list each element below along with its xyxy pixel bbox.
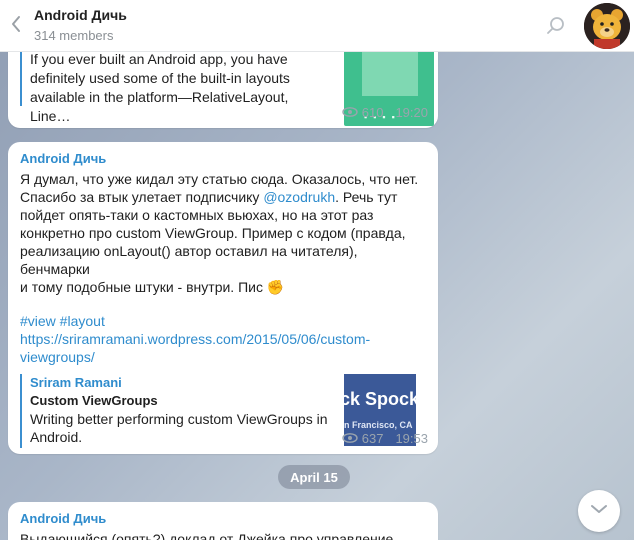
avatar[interactable] — [584, 3, 630, 49]
search-icon — [544, 17, 568, 42]
message-bubble-3[interactable]: Android Дичь Выдающийся (опять?) доклад … — [8, 502, 438, 540]
message-meta: 610 19:20 — [342, 104, 428, 122]
message-text: Я думал, что уже кидал эту статью сюда. … — [20, 171, 419, 295]
bear-avatar-icon — [584, 3, 630, 49]
eye-icon — [342, 430, 358, 448]
view-count: 637 — [361, 431, 384, 446]
message-bubble-2[interactable]: Android Дичь Я думал, что уже кидал эту … — [8, 142, 438, 454]
eye-icon — [342, 104, 358, 122]
message-time: 19:20 — [395, 105, 428, 120]
thumbnail-card — [362, 46, 418, 96]
link-preview[interactable]: If you ever built an Android app, you ha… — [20, 28, 434, 126]
message-text: Выдающийся (опять?) доклад от Джейка про… — [20, 531, 394, 540]
preview-description: If you ever built an Android app, you ha… — [30, 51, 290, 124]
thumbnail-text: ck Spock — [344, 389, 416, 409]
message-author[interactable]: Android Дичь — [20, 510, 426, 528]
chevron-down-icon — [590, 502, 608, 520]
url-link[interactable]: https://sriramramani.wordpress.com/2015/… — [20, 330, 426, 366]
date-separator: April 15 — [278, 465, 350, 489]
fist-emoji: ✊ — [266, 279, 285, 295]
chat-title[interactable]: Android Дичь — [34, 7, 127, 23]
back-button[interactable] — [6, 12, 26, 40]
message-meta: 637 19:53 — [342, 430, 428, 448]
chat-header: Android Дичь 314 members — [0, 0, 634, 52]
view-count: 610 — [361, 105, 384, 120]
mention-link[interactable]: @ozodrukh — [263, 189, 335, 205]
scroll-down-button[interactable] — [578, 490, 620, 532]
search-button[interactable] — [544, 14, 568, 38]
message-time: 19:53 — [395, 431, 428, 446]
hashtags[interactable]: #view #layout — [20, 312, 426, 330]
member-count: 314 members — [34, 28, 114, 43]
chevron-left-icon — [10, 15, 22, 38]
message-feed[interactable]: If you ever built an Android app, you ha… — [0, 0, 634, 540]
message-author[interactable]: Android Дичь — [20, 150, 426, 168]
